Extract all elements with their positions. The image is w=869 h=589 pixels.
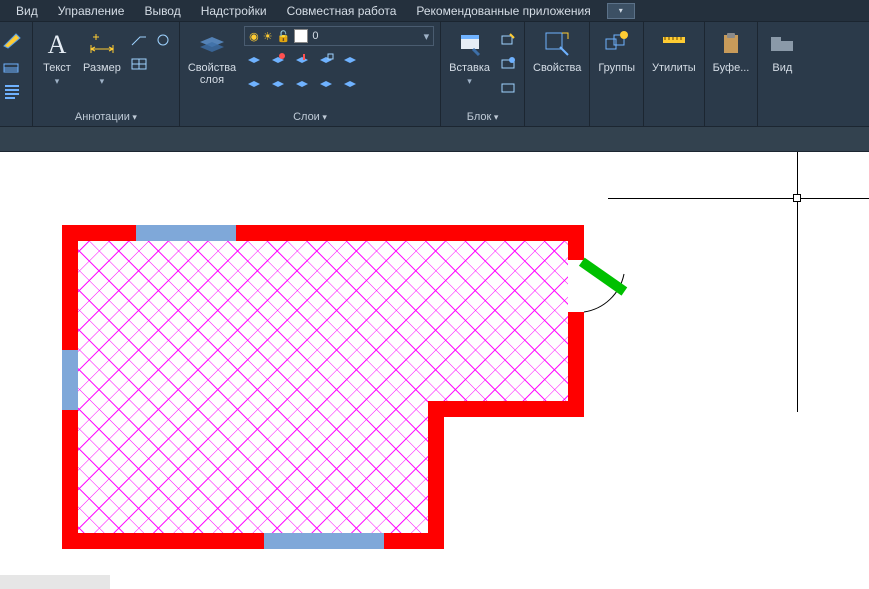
layer-properties-button[interactable]: Свойства слоя: [186, 26, 238, 88]
layer-tool-icon[interactable]: [340, 50, 360, 70]
crosshair-pickbox: [793, 194, 801, 202]
menu-extra-dropdown[interactable]: [607, 3, 635, 19]
clipboard-icon: [715, 28, 747, 60]
crosshair-vertical: [797, 152, 798, 412]
ribbon-group-groups: Группы: [590, 22, 644, 126]
layer-tool-icon[interactable]: [292, 50, 312, 70]
layer-tool-icon[interactable]: [316, 74, 336, 94]
ribbon-group-layers: Свойства слоя ◉ ☀ 🔓 0 ▾: [180, 22, 441, 126]
layer-tool-icon[interactable]: [244, 74, 264, 94]
drawing-canvas[interactable]: [0, 152, 869, 589]
layer-tool-icon[interactable]: [316, 50, 336, 70]
block-group-title[interactable]: Блок: [467, 111, 499, 123]
ribbon-group-properties: Свойства: [525, 22, 590, 126]
utilities-button[interactable]: Утилиты: [650, 26, 698, 76]
groups-button[interactable]: Группы: [596, 26, 637, 76]
ribbon-group-view: Вид: [758, 22, 806, 126]
ribbon-group-block: Вставка ▾ Блок: [441, 22, 525, 126]
ribbon-group-utilities: Утилиты: [644, 22, 705, 126]
clipboard-button[interactable]: Буфе...: [711, 26, 752, 76]
layer-tool-icon[interactable]: [340, 74, 360, 94]
document-tab-bar: [0, 126, 869, 152]
draw-tool-hatch-icon[interactable]: [2, 56, 22, 76]
block-attr-icon[interactable]: [498, 54, 518, 74]
properties-button[interactable]: Свойства: [531, 26, 583, 76]
menu-bar: Вид Управление Вывод Надстройки Совместн…: [0, 0, 869, 22]
layer-selector[interactable]: ◉ ☀ 🔓 0 ▾: [244, 26, 434, 46]
crosshair-horizontal: [608, 198, 869, 199]
layer-bulb-on-icon: ◉: [249, 30, 259, 43]
ribbon-group-draw: [0, 22, 33, 126]
properties-icon: [541, 28, 573, 60]
cloud-icon[interactable]: [153, 30, 173, 50]
text-icon: A: [41, 28, 73, 60]
layer-tools-row2: [244, 74, 434, 94]
insert-button[interactable]: Вставка ▾: [447, 26, 492, 89]
layer-tool-icon[interactable]: [268, 74, 288, 94]
table-icon[interactable]: [129, 54, 149, 74]
menu-item-output[interactable]: Вывод: [134, 1, 190, 21]
view-icon: [766, 28, 798, 60]
utilities-icon: [658, 28, 690, 60]
annotation-small-tools: [129, 26, 173, 74]
draw-tool-justify-icon[interactable]: [2, 82, 22, 102]
menu-item-recommended[interactable]: Рекомендованные приложения: [406, 1, 600, 21]
draw-tool-highlight-icon[interactable]: [2, 30, 22, 50]
leader-icon[interactable]: [129, 30, 149, 50]
text-button[interactable]: A Текст ▾: [39, 26, 75, 89]
block-edit-icon[interactable]: [498, 30, 518, 50]
insert-icon: [454, 28, 486, 60]
dimension-button[interactable]: Размер ▾: [81, 26, 123, 89]
layer-tools-row1: [244, 50, 434, 70]
layer-sun-icon: ☀: [263, 30, 273, 43]
menu-item-addins[interactable]: Надстройки: [191, 1, 277, 21]
drawing-content: [0, 152, 869, 589]
layer-tool-icon[interactable]: [244, 50, 264, 70]
block-small-tools: [498, 26, 518, 98]
layer-properties-icon: [196, 28, 228, 60]
layer-name: 0: [312, 30, 419, 42]
view-button[interactable]: Вид: [764, 26, 800, 76]
dimension-icon: [86, 28, 118, 60]
layer-color-swatch: [294, 29, 308, 43]
ribbon-group-clipboard: Буфе...: [705, 22, 759, 126]
groups-icon: [601, 28, 633, 60]
app-chrome: Вид Управление Вывод Надстройки Совместн…: [0, 0, 869, 152]
block-create-icon[interactable]: [498, 78, 518, 98]
menu-item-manage[interactable]: Управление: [48, 1, 135, 21]
status-corner: [0, 575, 110, 589]
layer-lock-icon: 🔓: [277, 30, 291, 43]
annotations-group-title[interactable]: Аннотации: [75, 111, 137, 123]
ribbon-group-annotations: A Текст ▾ Размер ▾ Анно: [33, 22, 180, 126]
layer-tool-icon[interactable]: [268, 50, 288, 70]
menu-item-collaborate[interactable]: Совместная работа: [277, 1, 407, 21]
layers-group-title[interactable]: Слои: [293, 111, 327, 123]
ribbon: A Текст ▾ Размер ▾ Анно: [0, 22, 869, 126]
layer-tool-icon[interactable]: [292, 74, 312, 94]
menu-item-view[interactable]: Вид: [6, 1, 48, 21]
svg-text:A: A: [48, 30, 67, 59]
